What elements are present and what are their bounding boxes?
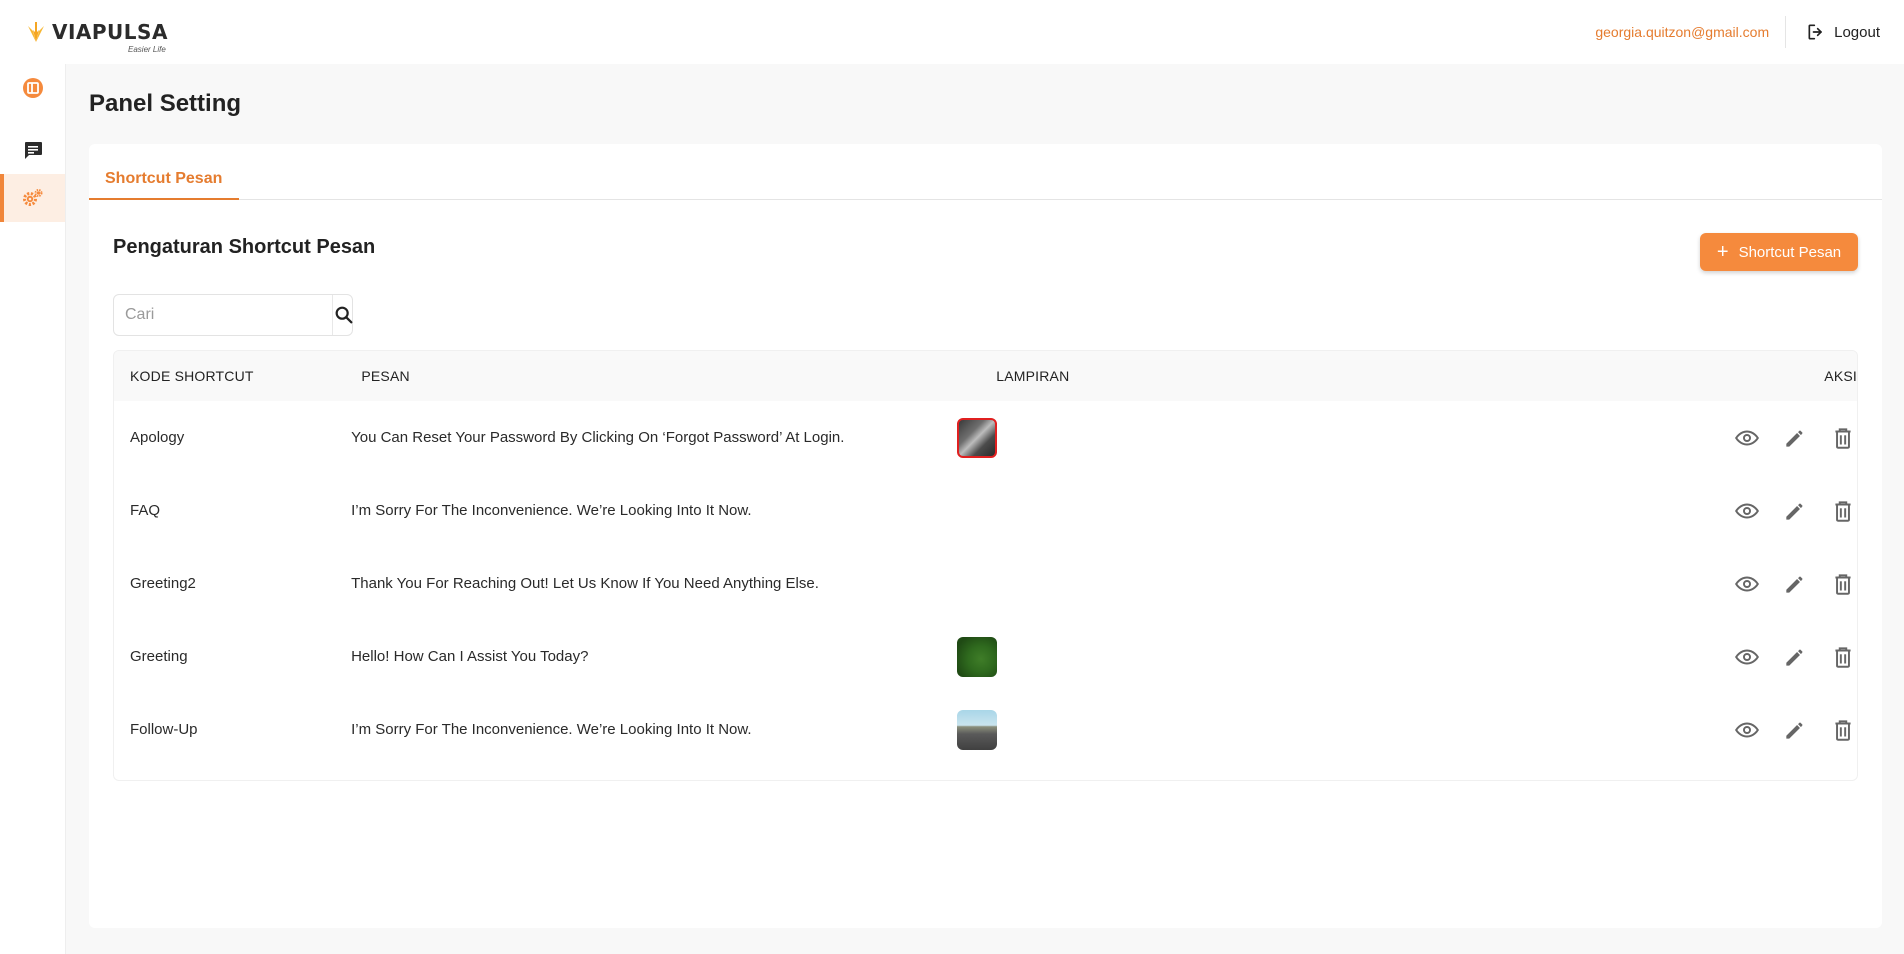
header-user-area: georgia.quitzon@gmail.com Logout bbox=[1595, 0, 1880, 64]
attachment-thumbnail[interactable] bbox=[956, 417, 997, 458]
actions-cell bbox=[1309, 570, 1857, 598]
delete-button[interactable] bbox=[1829, 497, 1857, 525]
column-header-message: PESAN bbox=[361, 368, 410, 384]
attachment-thumbnail[interactable] bbox=[956, 709, 997, 750]
shortcut-message: Hello! How Can I Assist You Today? bbox=[351, 648, 589, 665]
plus-icon: + bbox=[1716, 241, 1729, 263]
table-row: Greeting Hello! How Can I Assist You Tod… bbox=[114, 620, 1857, 693]
attachment-cell bbox=[941, 709, 1309, 750]
edit-icon bbox=[1786, 649, 1803, 666]
delete-button[interactable] bbox=[1829, 716, 1857, 744]
view-icon bbox=[1735, 649, 1759, 664]
section-title: Pengaturan Shortcut Pesan bbox=[113, 236, 376, 258]
attachment-thumbnail[interactable] bbox=[956, 636, 997, 677]
delete-icon bbox=[1835, 500, 1851, 522]
sidebar bbox=[0, 64, 66, 954]
edit-icon bbox=[1786, 722, 1803, 739]
view-icon bbox=[1735, 430, 1759, 445]
delete-icon bbox=[1835, 573, 1851, 595]
column-header-code: KODE SHORTCUT bbox=[130, 368, 254, 384]
edit-icon bbox=[1786, 503, 1803, 520]
settings-icon bbox=[22, 189, 42, 206]
sidebar-item-settings[interactable] bbox=[0, 174, 65, 222]
sidebar-item-chat[interactable] bbox=[0, 126, 65, 174]
add-shortcut-label: Shortcut Pesan bbox=[1738, 243, 1842, 261]
shortcut-code: Apology bbox=[130, 429, 185, 446]
logo-mark-icon bbox=[28, 22, 44, 42]
search-button[interactable] bbox=[332, 295, 355, 335]
brand-tagline: Easier Life bbox=[128, 45, 166, 54]
sidebar-item-dashboard[interactable] bbox=[0, 64, 65, 112]
search-input[interactable] bbox=[114, 295, 332, 335]
brand-name: VIAPULSA bbox=[52, 20, 168, 44]
table-row: Apology You Can Reset Your Password By C… bbox=[114, 401, 1857, 474]
delete-button[interactable] bbox=[1829, 570, 1857, 598]
shortcut-message: Thank You For Reaching Out! Let Us Know … bbox=[351, 575, 819, 592]
view-button[interactable] bbox=[1733, 497, 1761, 525]
column-header-actions-cell: AKSI bbox=[1366, 368, 1857, 384]
actions-cell bbox=[1309, 643, 1857, 671]
search-icon bbox=[335, 306, 353, 324]
table-row: FAQ I’m Sorry For The Inconvenience. We’… bbox=[114, 474, 1857, 547]
tab-bar: Shortcut Pesan bbox=[89, 144, 1882, 200]
view-icon bbox=[1735, 576, 1759, 591]
logout-label: Logout bbox=[1834, 23, 1880, 41]
shortcut-code: Follow-Up bbox=[130, 721, 198, 738]
add-shortcut-button[interactable]: + Shortcut Pesan bbox=[1700, 233, 1858, 271]
attachment-cell bbox=[941, 636, 1309, 677]
edit-icon bbox=[1786, 430, 1803, 447]
delete-icon bbox=[1835, 719, 1851, 741]
settings-card: Shortcut Pesan Pengaturan Shortcut Pesan… bbox=[89, 144, 1882, 928]
actions-cell bbox=[1309, 424, 1857, 452]
view-button[interactable] bbox=[1733, 424, 1761, 452]
view-button[interactable] bbox=[1733, 716, 1761, 744]
edit-button[interactable] bbox=[1781, 497, 1809, 525]
shortcut-table: KODE SHORTCUT PESAN LAMPIRAN AKSI Apolog… bbox=[113, 350, 1858, 781]
delete-icon bbox=[1835, 427, 1851, 449]
page-title: Panel Setting bbox=[89, 90, 242, 117]
edit-icon bbox=[1786, 576, 1803, 593]
shortcut-code: FAQ bbox=[130, 502, 161, 519]
view-button[interactable] bbox=[1733, 643, 1761, 671]
main-content: Panel Setting Shortcut Pesan Pengaturan … bbox=[66, 64, 1904, 954]
brand-logo[interactable]: VIAPULSA Easier Life bbox=[24, 12, 168, 54]
edit-button[interactable] bbox=[1781, 424, 1809, 452]
edit-button[interactable] bbox=[1781, 643, 1809, 671]
view-icon bbox=[1735, 503, 1759, 518]
tab-shortcut-pesan[interactable]: Shortcut Pesan bbox=[89, 144, 239, 200]
shortcut-code: Greeting2 bbox=[130, 575, 196, 592]
actions-cell bbox=[1309, 716, 1857, 744]
user-email[interactable]: georgia.quitzon@gmail.com bbox=[1595, 24, 1785, 40]
shortcut-message: I’m Sorry For The Inconvenience. We’re L… bbox=[351, 502, 752, 519]
view-icon bbox=[1735, 722, 1759, 737]
column-header-attachment: LAMPIRAN bbox=[996, 368, 1070, 384]
shortcut-code: Greeting bbox=[130, 648, 188, 665]
delete-button[interactable] bbox=[1829, 424, 1857, 452]
shortcut-message: I’m Sorry For The Inconvenience. We’re L… bbox=[351, 721, 752, 738]
actions-cell bbox=[1309, 497, 1857, 525]
table-row: Greeting2 Thank You For Reaching Out! Le… bbox=[114, 547, 1857, 620]
shortcut-message: You Can Reset Your Password By Clicking … bbox=[351, 429, 845, 446]
table-header: KODE SHORTCUT PESAN LAMPIRAN AKSI bbox=[114, 351, 1857, 401]
edit-button[interactable] bbox=[1781, 570, 1809, 598]
logout-icon bbox=[1808, 24, 1822, 40]
edit-button[interactable] bbox=[1781, 716, 1809, 744]
table-row: Follow-Up I’m Sorry For The Inconvenienc… bbox=[114, 693, 1857, 766]
dashboard-icon bbox=[22, 78, 43, 98]
delete-button[interactable] bbox=[1829, 643, 1857, 671]
search-box bbox=[113, 294, 353, 336]
chat-icon bbox=[24, 142, 42, 159]
column-header-actions: AKSI bbox=[1824, 368, 1857, 384]
top-bar: VIAPULSA Easier Life georgia.quitzon@gma… bbox=[0, 0, 1904, 64]
attachment-cell bbox=[941, 417, 1309, 458]
view-button[interactable] bbox=[1733, 570, 1761, 598]
logout-button[interactable]: Logout bbox=[1786, 22, 1880, 42]
delete-icon bbox=[1835, 646, 1851, 668]
